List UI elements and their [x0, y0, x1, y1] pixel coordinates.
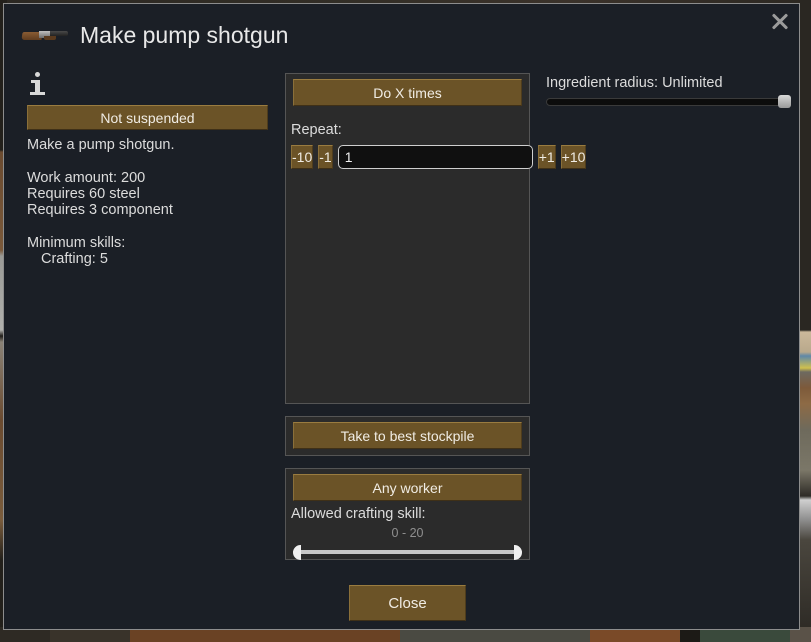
close-x-icon[interactable]: [767, 8, 793, 34]
repeat-panel: Do X times Repeat: -10 -1 +1 +10: [285, 73, 587, 404]
suspend-toggle-button[interactable]: Not suspended: [27, 105, 268, 130]
ingredient-radius-label: Ingredient radius: Unlimited: [546, 75, 723, 91]
worker-panel: Any worker Allowed crafting skill: 0 - 2…: [285, 468, 530, 560]
game-world-right-edge: [800, 0, 811, 642]
repeat-minus-ten-button[interactable]: -10: [291, 145, 314, 169]
repeat-mode-button[interactable]: Do X times: [293, 79, 522, 106]
repeat-plus-ten-button[interactable]: +10: [560, 145, 587, 169]
bill-stat-steel: Requires 60 steel: [27, 186, 140, 202]
bill-description: Make a pump shotgun.: [27, 137, 175, 153]
worker-restriction-button[interactable]: Any worker: [293, 474, 522, 501]
repeat-count-input[interactable]: [337, 145, 533, 169]
close-button[interactable]: Close: [349, 585, 466, 621]
dialog-header: Make pump shotgun: [21, 18, 289, 52]
allowed-skill-range-value: 0 - 20: [391, 526, 424, 540]
close-button-label: Close: [388, 594, 427, 612]
worker-restriction-label: Any worker: [372, 479, 443, 496]
skill-slider-min-handle[interactable]: [293, 545, 301, 560]
bill-info-text: Make a pump shotgun. Work amount: 200 Re…: [27, 137, 277, 267]
bill-stat-component: Requires 3 component: [27, 202, 173, 218]
repeat-minus-one-label: -1: [319, 149, 332, 165]
repeat-plus-ten-label: +10: [561, 149, 586, 165]
info-icon[interactable]: [30, 72, 46, 98]
radius-slider-track: [546, 98, 791, 106]
allowed-skill-range-slider[interactable]: [293, 545, 522, 560]
bill-stat-work: Work amount: 200: [27, 170, 146, 186]
radius-slider-handle[interactable]: [778, 95, 791, 108]
ingredient-radius-slider[interactable]: [546, 95, 791, 109]
repeat-count-label: Repeat:: [291, 122, 342, 138]
stockpile-panel: Take to best stockpile: [285, 416, 530, 456]
suspend-toggle-label: Not suspended: [100, 109, 195, 126]
shotgun-icon: [21, 23, 68, 47]
store-mode-label: Take to best stockpile: [340, 427, 475, 444]
repeat-plus-one-label: +1: [538, 149, 555, 165]
repeat-mode-label: Do X times: [373, 84, 442, 101]
skill-slider-track: [293, 550, 522, 554]
minimum-skill-crafting: Crafting: 5: [41, 251, 108, 267]
store-mode-button[interactable]: Take to best stockpile: [293, 422, 522, 449]
repeat-minus-ten-label: -10: [292, 149, 313, 165]
minimum-skills-heading: Minimum skills:: [27, 235, 126, 251]
page-title: Make pump shotgun: [80, 21, 289, 48]
bill-config-dialog: Make pump shotgun Not suspended Make a p…: [3, 3, 800, 630]
repeat-plus-one-button[interactable]: +1: [537, 145, 556, 169]
repeat-minus-one-button[interactable]: -1: [318, 145, 333, 169]
skill-slider-max-handle[interactable]: [514, 545, 522, 560]
repeat-count-stepper: -10 -1 +1 +10: [291, 145, 587, 169]
allowed-skill-label: Allowed crafting skill:: [291, 506, 426, 522]
